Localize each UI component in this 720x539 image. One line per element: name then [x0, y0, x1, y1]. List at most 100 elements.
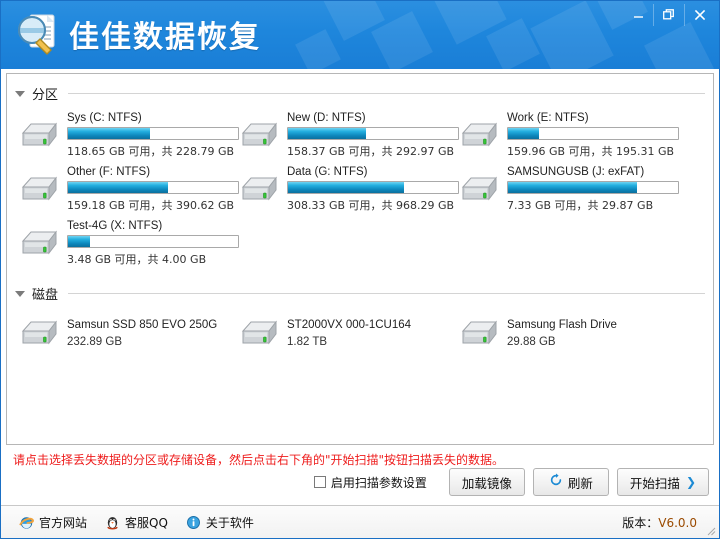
disks-section-title: 磁盘: [32, 284, 58, 303]
partition-tile[interactable]: Test-4G (X: NTFS) 3.48 GB 可用，共 4.00 GB: [17, 216, 237, 270]
refresh-label: 刷新: [568, 473, 593, 492]
partition-tile[interactable]: SAMSUNGUSB (J: exFAT) 7.33 GB 可用，共 29.87 …: [457, 162, 677, 216]
partition-info: Sys (C: NTFS)118.65 GB 可用，共 228.79 GB: [67, 112, 239, 159]
usage-bar: [287, 181, 459, 194]
about-software-link[interactable]: 关于软件: [186, 514, 254, 531]
title-decoration: [295, 29, 341, 69]
disk-tile[interactable]: Samsung Flash Drive 29.88 GB: [457, 308, 677, 358]
disk-name: Samsung Flash Drive: [507, 319, 617, 331]
drive-icon: [19, 227, 61, 259]
resize-grip[interactable]: [704, 524, 716, 536]
scan-settings-checkbox[interactable]: 启用扫描参数设置: [314, 474, 427, 491]
disk-tile[interactable]: Samsun SSD 850 EVO 250G 232.89 GB: [17, 308, 237, 358]
status-bar: 官方网站 客服QQ: [1, 505, 719, 538]
partition-name: Test-4G (X: NTFS): [67, 220, 239, 232]
usage-bar: [287, 127, 459, 140]
partition-capacity: 7.33 GB 可用，共 29.87 GB: [507, 197, 679, 213]
version-value: V6.0.0: [658, 516, 697, 530]
partition-info: Work (E: NTFS)159.96 GB 可用，共 195.31 GB: [507, 112, 679, 159]
partition-name: New (D: NTFS): [287, 112, 459, 124]
disks-section-header[interactable]: 磁盘: [7, 280, 713, 306]
disk-tile[interactable]: ST2000VX 000-1CU164 1.82 TB: [237, 308, 457, 358]
refresh-button[interactable]: 刷新: [533, 468, 609, 496]
chevron-right-icon: ❯: [686, 475, 696, 489]
magnifier-document-icon: [13, 11, 63, 61]
partition-tile[interactable]: Data (G: NTFS) 308.33 GB 可用，共 968.29 GB: [237, 162, 457, 216]
triangle-down-icon[interactable]: [15, 91, 25, 97]
qq-penguin-icon: [105, 515, 120, 530]
usage-bar-fill: [68, 236, 90, 247]
minimize-button[interactable]: [623, 4, 653, 26]
partition-name: Data (G: NTFS): [287, 166, 459, 178]
official-website-label: 官方网站: [39, 514, 87, 531]
action-bar: 启用扫描参数设置 加载镜像 刷新 开始扫描 ❯: [314, 468, 709, 496]
triangle-down-icon[interactable]: [15, 291, 25, 297]
app-title: 佳佳数据恢复: [69, 12, 261, 56]
partition-info: SAMSUNGUSB (J: exFAT) 7.33 GB 可用，共 29.87 …: [507, 166, 679, 213]
partition-capacity: 118.65 GB 可用，共 228.79 GB: [67, 143, 239, 159]
section-divider: [68, 293, 705, 294]
scan-settings-label: 启用扫描参数设置: [331, 474, 427, 491]
instruction-text: 请点击选择丢失数据的分区或存储设备，然后点击右下角的"开始扫描"按钮扫描丢失的数…: [13, 451, 504, 468]
disk-size: 29.88 GB: [507, 336, 617, 348]
disk-info: Samsun SSD 850 EVO 250G 232.89 GB: [67, 319, 217, 348]
partition-info: New (D: NTFS) 158.37 GB 可用，共 292.97 GB: [287, 112, 459, 159]
info-icon: [186, 515, 201, 530]
disk-name: Samsun SSD 850 EVO 250G: [67, 319, 217, 331]
drive-icon: [19, 173, 61, 205]
partition-capacity: 3.48 GB 可用，共 4.00 GB: [67, 251, 239, 267]
drive-icon: [19, 119, 61, 151]
checkbox-box[interactable]: [314, 476, 326, 488]
drive-icon: [459, 317, 501, 349]
maximize-restore-button[interactable]: [653, 4, 684, 26]
partition-name: Other (F: NTFS): [67, 166, 239, 178]
customer-qq-label: 客服QQ: [125, 514, 168, 531]
title-decoration: [644, 22, 714, 69]
close-button[interactable]: [684, 4, 715, 26]
title-decoration: [530, 1, 613, 69]
disk-size: 1.82 TB: [287, 336, 411, 348]
partitions-section-title: 分区: [32, 84, 58, 103]
app-window: 佳佳数据恢复 分区: [0, 0, 720, 539]
partition-capacity: 159.18 GB 可用，共 390.62 GB: [67, 197, 239, 213]
partition-capacity: 159.96 GB 可用，共 195.31 GB: [507, 143, 679, 159]
official-website-link[interactable]: 官方网站: [19, 514, 87, 531]
partition-info: Data (G: NTFS) 308.33 GB 可用，共 968.29 GB: [287, 166, 459, 213]
load-image-label: 加载镜像: [462, 473, 512, 492]
usage-bar-fill: [508, 128, 539, 139]
version-label: 版本：: [622, 516, 658, 530]
usage-bar: [67, 181, 239, 194]
window-controls: [623, 4, 715, 26]
drive-icon: [239, 173, 281, 205]
partitions-section-header[interactable]: 分区: [7, 80, 713, 106]
start-scan-label: 开始扫描: [630, 473, 680, 492]
version-info: 版本：V6.0.0: [622, 514, 697, 531]
disk-info: Samsung Flash Drive 29.88 GB: [507, 319, 617, 348]
usage-bar-fill: [508, 182, 637, 193]
partition-tile[interactable]: Sys (C: NTFS)118.65 GB 可用，共 228.79 GB: [17, 108, 237, 162]
disk-name: ST2000VX 000-1CU164: [287, 319, 411, 331]
partition-info: Other (F: NTFS) 159.18 GB 可用，共 390.62 GB: [67, 166, 239, 213]
drive-icon: [459, 173, 501, 205]
load-image-button[interactable]: 加载镜像: [449, 468, 525, 496]
usage-bar: [67, 235, 239, 248]
partition-capacity: 308.33 GB 可用，共 968.29 GB: [287, 197, 459, 213]
usage-bar: [67, 127, 239, 140]
partition-tile[interactable]: Other (F: NTFS) 159.18 GB 可用，共 390.62 GB: [17, 162, 237, 216]
partition-name: SAMSUNGUSB (J: exFAT): [507, 166, 679, 178]
partition-tile[interactable]: Work (E: NTFS)159.96 GB 可用，共 195.31 GB: [457, 108, 677, 162]
drive-icon: [19, 317, 61, 349]
usage-bar-fill: [288, 182, 404, 193]
usage-bar: [507, 127, 679, 140]
partition-info: Test-4G (X: NTFS) 3.48 GB 可用，共 4.00 GB: [67, 220, 239, 267]
title-decoration: [486, 18, 540, 69]
partition-capacity: 158.37 GB 可用，共 292.97 GB: [287, 143, 459, 159]
title-bar: 佳佳数据恢复: [1, 1, 719, 69]
customer-qq-link[interactable]: 客服QQ: [105, 514, 168, 531]
drive-icon: [239, 317, 281, 349]
partition-tile[interactable]: New (D: NTFS) 158.37 GB 可用，共 292.97 GB: [237, 108, 457, 162]
drive-icon: [459, 119, 501, 151]
about-software-label: 关于软件: [206, 514, 254, 531]
start-scan-button[interactable]: 开始扫描 ❯: [617, 468, 709, 496]
disk-size: 232.89 GB: [67, 336, 217, 348]
